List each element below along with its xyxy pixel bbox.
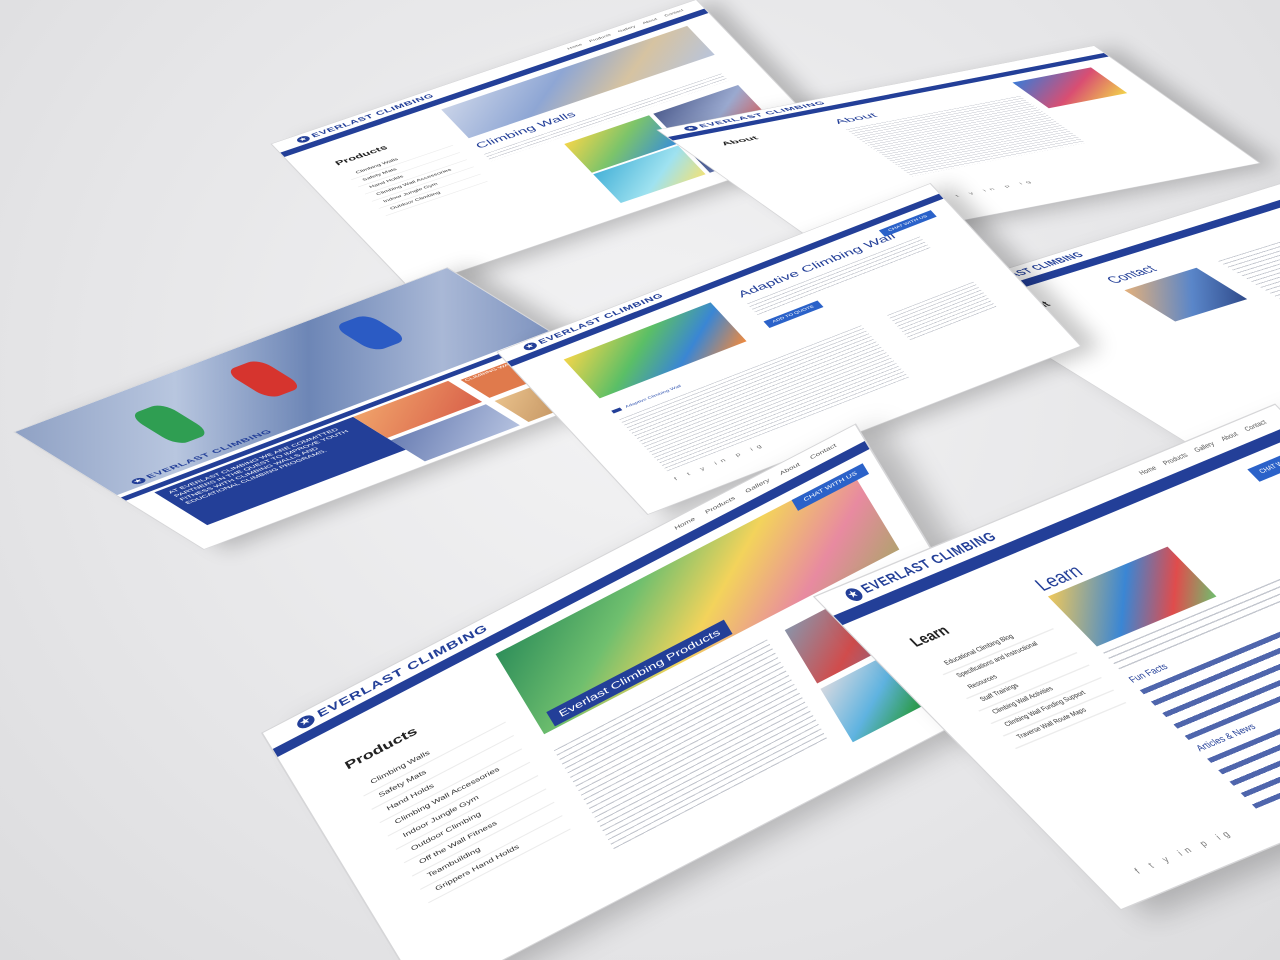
logo: ★EVERLAST CLIMBING [294,92,436,144]
page-title: About [830,111,880,126]
sidebar-text [887,281,998,342]
logo: ★EVERLAST CLIMBING [294,622,490,731]
mockup-stage: ★EVERLAST CLIMBING Home Products Gallery… [0,0,1280,960]
social-icons: f t y in p ig [1133,828,1237,876]
social-icons: f t y in p ig [941,179,1037,201]
sidebar-title: About [719,135,761,147]
sidebar-title: Learn [906,623,954,651]
page-card-home: ★EVERLAST CLIMBING AT EVERLAST CLIMBING … [15,268,636,549]
contact-form [1218,223,1280,340]
